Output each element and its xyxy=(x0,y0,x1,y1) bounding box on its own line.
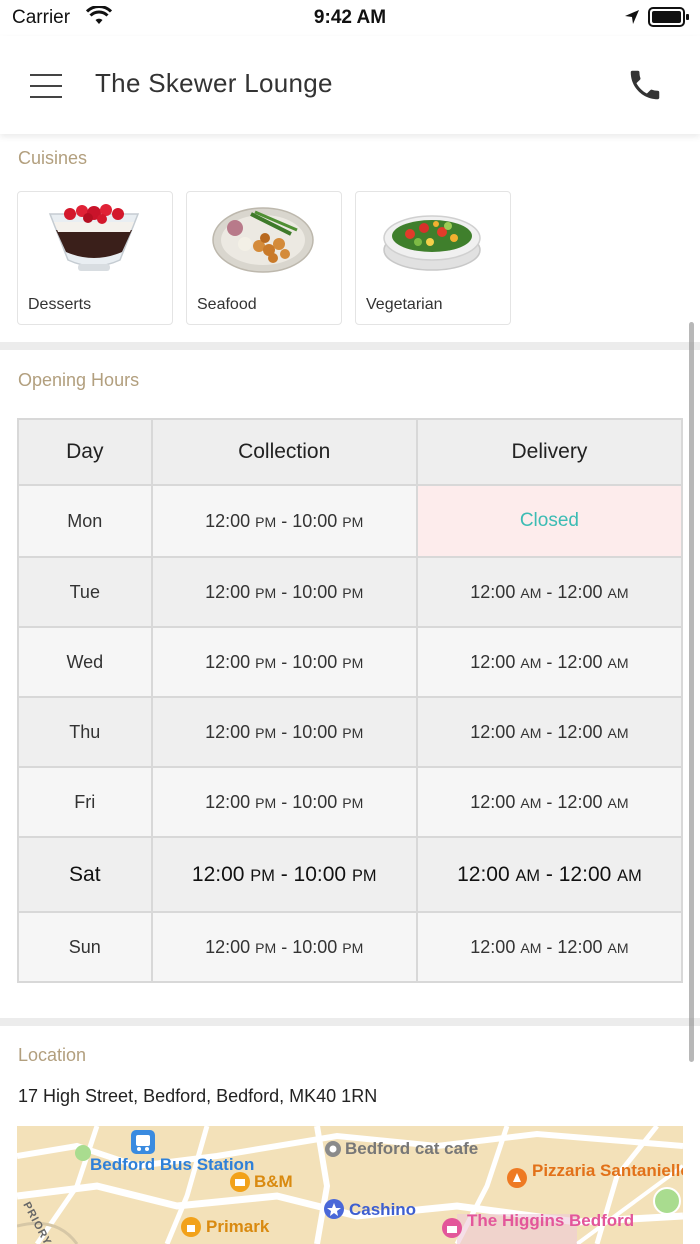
column-header-collection: Collection xyxy=(150,418,418,486)
collection-hours-cell: 12:00 PM - 10:00 PM xyxy=(150,766,418,838)
day-cell: Fri xyxy=(17,766,153,838)
delivery-hours-cell: 12:00 AM - 12:00 AM xyxy=(415,696,684,768)
collection-hours-cell: 12:00 PM - 10:00 PM xyxy=(150,911,418,983)
pizza-icon xyxy=(507,1168,527,1188)
bus-station-icon xyxy=(131,1130,155,1154)
salad-bowl-image xyxy=(383,215,481,271)
shopping-bag-icon xyxy=(181,1217,201,1237)
scrollbar[interactable] xyxy=(689,322,694,1062)
location-arrow-icon xyxy=(625,10,639,24)
delivery-hours-cell: 12:00 AM - 12:00 AM xyxy=(415,836,684,913)
map-label-bm: B&M xyxy=(254,1172,293,1191)
day-cell: Sat xyxy=(17,836,153,913)
cuisine-card-vegetarian[interactable]: Vegetarian xyxy=(355,191,511,325)
opening-hours-heading: Opening Hours xyxy=(18,370,140,390)
shop-icon xyxy=(230,1172,250,1192)
section-divider xyxy=(0,342,700,350)
map-label-pizzaria: Pizzaria Santaniello's xyxy=(532,1161,683,1180)
cuisine-card-desserts[interactable]: Desserts xyxy=(17,191,173,325)
collection-hours-cell: 12:00 PM - 10:00 PM xyxy=(150,836,418,913)
delivery-hours-cell: 12:00 AM - 12:00 AM xyxy=(415,766,684,838)
collection-hours-cell: 12:00 PM - 10:00 PM xyxy=(150,696,418,768)
table-row: Wed 12:00 PM - 10:00 PM 12:00 AM - 12:00… xyxy=(17,626,684,698)
column-header-day: Day xyxy=(17,418,153,486)
cuisine-name: Desserts xyxy=(28,296,92,313)
cuisine-card-seafood[interactable]: Seafood xyxy=(186,191,342,325)
day-cell: Wed xyxy=(17,626,153,698)
hamburger-menu-icon[interactable] xyxy=(26,68,66,102)
location-map[interactable]: Bedford Bus Station B&M Bedford cat cafe… xyxy=(17,1126,683,1244)
map-label-primark: Primark xyxy=(206,1217,270,1236)
cuisine-name: Seafood xyxy=(197,296,257,313)
restaurant-title: The Skewer Lounge xyxy=(95,68,333,98)
delivery-hours-cell: 12:00 AM - 12:00 AM xyxy=(415,626,684,698)
table-row: Tue 12:00 PM - 10:00 PM 12:00 AM - 12:00… xyxy=(17,556,684,628)
table-row: Fri 12:00 PM - 10:00 PM 12:00 AM - 12:00… xyxy=(17,766,684,838)
day-cell: Tue xyxy=(17,556,153,628)
restaurant-address: 17 High Street, Bedford, Bedford, MK40 1… xyxy=(18,1086,378,1106)
map-label-cat-cafe: Bedford cat cafe xyxy=(345,1139,479,1158)
collection-hours-cell: 12:00 PM - 10:00 PM xyxy=(150,626,418,698)
dessert-bowl-image xyxy=(48,204,140,271)
location-heading: Location xyxy=(18,1045,87,1065)
delivery-hours-cell: 12:00 AM - 12:00 AM xyxy=(415,911,684,983)
day-cell: Mon xyxy=(17,484,153,558)
app-header: The Skewer Lounge xyxy=(0,36,700,134)
map-label-higgins: The Higgins Bedford xyxy=(467,1211,635,1230)
opening-hours-table: Day Collection Delivery Mon 12:00 PM - 1… xyxy=(17,418,684,983)
battery-icon xyxy=(648,7,689,27)
table-header-row: Day Collection Delivery xyxy=(17,418,684,486)
section-divider xyxy=(0,1018,700,1026)
cuisine-list: Desserts Seafood Vegetarian xyxy=(17,191,537,325)
casino-icon xyxy=(324,1199,344,1219)
table-row: Mon 12:00 PM - 10:00 PM Closed xyxy=(17,484,684,558)
table-row-today: Sat 12:00 PM - 10:00 PM 12:00 AM - 12:00… xyxy=(17,836,684,913)
column-header-delivery: Delivery xyxy=(415,418,684,486)
clock-time: 9:42 AM xyxy=(313,7,387,28)
cafe-marker-icon xyxy=(325,1141,341,1157)
table-row: Thu 12:00 PM - 10:00 PM 12:00 AM - 12:00… xyxy=(17,696,684,768)
day-cell: Thu xyxy=(17,696,153,768)
map-label-bus-station: Bedford Bus Station xyxy=(90,1155,255,1174)
phone-icon[interactable] xyxy=(626,66,664,104)
table-row: Sun 12:00 PM - 10:00 PM 12:00 AM - 12:00… xyxy=(17,911,684,983)
delivery-hours-cell: 12:00 AM - 12:00 AM xyxy=(415,556,684,628)
map-label-cashino: Cashino xyxy=(349,1200,417,1219)
seafood-plate-image xyxy=(212,207,314,273)
collection-hours-cell: 12:00 PM - 10:00 PM xyxy=(150,484,418,558)
day-cell: Sun xyxy=(17,911,153,983)
cuisines-heading: Cuisines xyxy=(18,148,88,168)
status-bar: Carrier 9:42 AM xyxy=(0,0,700,36)
delivery-closed-cell: Closed xyxy=(415,484,684,558)
cuisine-name: Vegetarian xyxy=(366,296,443,313)
museum-icon xyxy=(442,1218,462,1238)
collection-hours-cell: 12:00 PM - 10:00 PM xyxy=(150,556,418,628)
